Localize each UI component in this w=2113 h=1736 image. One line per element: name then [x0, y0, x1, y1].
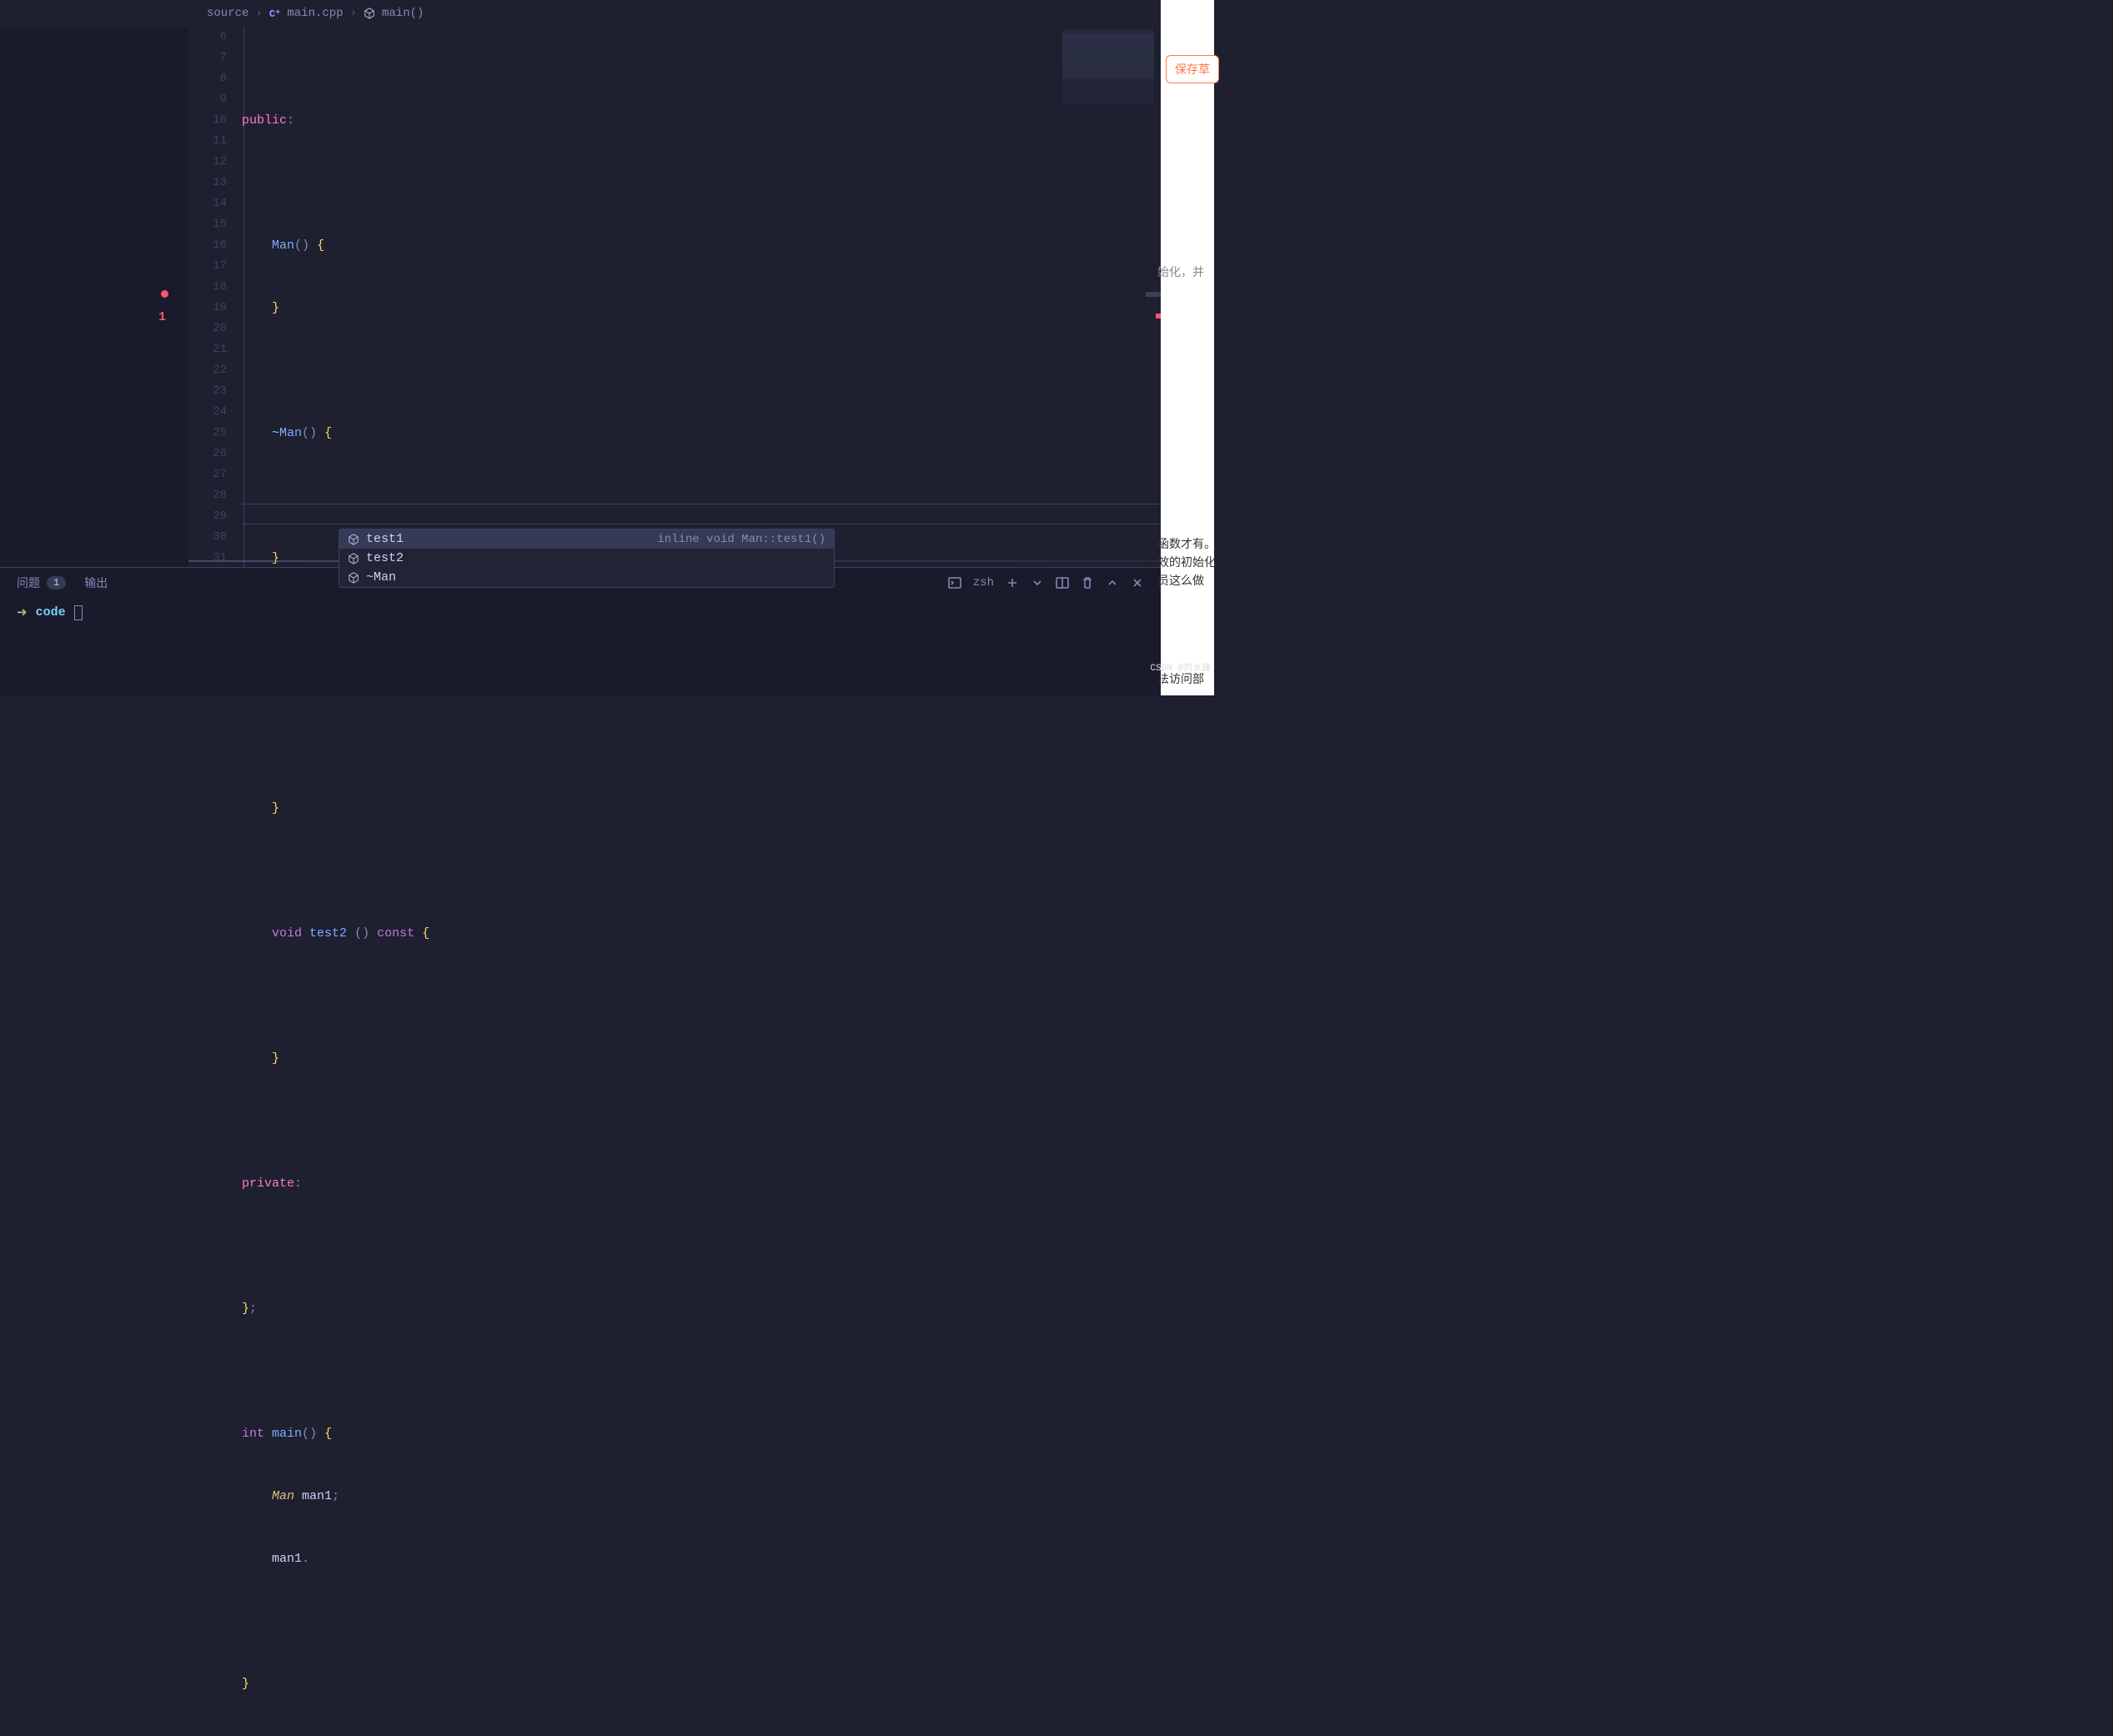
tab-output-label: 输出: [84, 574, 108, 591]
terminal-cwd: code: [36, 605, 66, 620]
method-icon: [348, 553, 359, 564]
error-glyph: 1: [158, 310, 166, 324]
tab-problems-label: 问题: [17, 574, 40, 591]
right-browser-pane: [1161, 0, 1214, 695]
code-container: 6789 10111213 14151617 18192021 22232425…: [0, 27, 1161, 567]
plus-icon[interactable]: [1006, 576, 1019, 590]
editor-area: 1 source › C⁺ main.cpp › main() 6789 101…: [0, 0, 1161, 567]
terminal-content[interactable]: ➜ code: [0, 598, 1161, 627]
csdn-watermark: CSDN @刘水锋: [1150, 660, 1211, 674]
shell-name[interactable]: zsh: [973, 576, 994, 590]
close-icon[interactable]: [1131, 576, 1144, 590]
breadcrumb-symbol[interactable]: main(): [382, 7, 424, 20]
breakpoint-dot[interactable]: [161, 290, 168, 298]
completion-label: test2: [366, 551, 826, 565]
breadcrumb-separator: ›: [350, 7, 357, 20]
chevron-down-icon[interactable]: [1031, 576, 1044, 590]
terminal-cursor: [74, 605, 83, 620]
article-text: 员这么做: [1157, 572, 1204, 589]
cpp-file-icon: C⁺: [269, 8, 281, 20]
code-text-area[interactable]: public: Man() { } ~Man() { } void test1(…: [242, 27, 1161, 567]
problems-count-badge: 1: [47, 576, 66, 590]
article-text: 效的初始化: [1157, 554, 1216, 570]
chevron-up-icon[interactable]: [1106, 576, 1119, 590]
minimap[interactable]: [1062, 30, 1154, 105]
trash-icon[interactable]: [1081, 576, 1094, 590]
article-text: 函数才有。: [1157, 535, 1216, 552]
breadcrumb-folder[interactable]: source: [207, 7, 248, 20]
completion-item-destructor[interactable]: ~Man: [339, 568, 834, 587]
completion-item-test2[interactable]: test2: [339, 549, 834, 568]
symbol-icon: [364, 8, 375, 19]
minimap-viewport[interactable]: [1062, 33, 1154, 78]
breadcrumb-file[interactable]: main.cpp: [287, 7, 343, 20]
intellisense-popup[interactable]: test1 inline void Man::test1() test2 ~Ma…: [339, 529, 835, 588]
panel-right-controls: zsh: [948, 576, 1144, 590]
line-number-gutter: 6789 10111213 14151617 18192021 22232425…: [188, 27, 242, 567]
article-text: 始化，并: [1157, 263, 1204, 280]
breadcrumb-separator: ›: [255, 7, 262, 20]
prompt-arrow: ➜: [17, 605, 28, 620]
split-icon[interactable]: [1056, 576, 1069, 590]
tab-output[interactable]: 输出: [84, 574, 108, 591]
activity-bar-area: [0, 27, 188, 567]
terminal-icon[interactable]: [948, 576, 961, 590]
method-icon: [348, 534, 359, 545]
completion-label: test1: [366, 532, 650, 546]
completion-detail: inline void Man::test1(): [657, 533, 826, 546]
scrollbar-thumb[interactable]: [1146, 292, 1161, 297]
method-icon: [348, 572, 359, 584]
completion-label: ~Man: [366, 570, 826, 585]
save-draft-button[interactable]: 保存草: [1166, 55, 1219, 83]
completion-item-test1[interactable]: test1 inline void Man::test1(): [339, 529, 834, 549]
breadcrumb[interactable]: source › C⁺ main.cpp › main(): [0, 0, 1161, 27]
tab-problems[interactable]: 问题 1: [17, 574, 66, 591]
